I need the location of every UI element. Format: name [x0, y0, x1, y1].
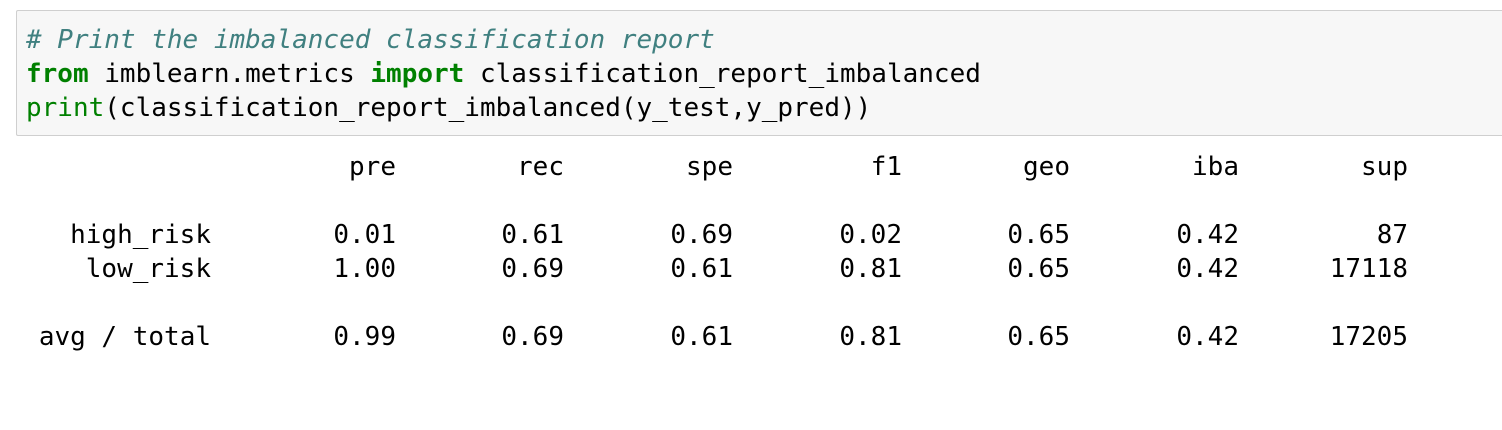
code-comment: # Print the imbalanced classification re…: [26, 25, 715, 55]
output-area: pre rec spe f1 geo iba sup high_risk 0.0…: [25, 150, 1485, 370]
high-risk-f1: 0.02: [839, 220, 902, 250]
low-risk-rec: 0.69: [501, 254, 564, 284]
builtin-print: print: [26, 93, 105, 123]
module-name: imblearn.metrics: [88, 59, 371, 89]
high-risk-iba: 0.42: [1176, 220, 1239, 250]
header-f1: f1: [870, 152, 902, 182]
high-risk-rec: 0.61: [501, 220, 564, 250]
avg-total-geo: 0.65: [1007, 322, 1070, 352]
report-row-low-risk: low_risk 1.00 0.69 0.61 0.81 0.65 0.42 1…: [25, 252, 1408, 286]
row-label-avg-total: avg / total: [38, 322, 211, 352]
row-label-low-risk: low_risk: [85, 254, 211, 284]
low-risk-f1: 0.81: [839, 254, 902, 284]
low-risk-sup: 17118: [1329, 254, 1408, 284]
row-label-high-risk: high_risk: [70, 220, 211, 250]
keyword-from: from: [26, 59, 89, 89]
report-row-high-risk: high_risk 0.01 0.61 0.69 0.02 0.65 0.42 …: [25, 218, 1408, 252]
code-line-import: from imblearn.metrics import classificat…: [26, 57, 981, 91]
avg-total-pre: 0.99: [333, 322, 396, 352]
header-sup: sup: [1361, 152, 1408, 182]
high-risk-sup: 87: [1376, 220, 1408, 250]
code-cell[interactable]: # Print the imbalanced classification re…: [16, 10, 1502, 136]
avg-total-iba: 0.42: [1176, 322, 1239, 352]
report-row-avg-total: avg / total 0.99 0.69 0.61 0.81 0.65 0.4…: [25, 320, 1408, 354]
low-risk-pre: 1.00: [333, 254, 396, 284]
low-risk-spe: 0.61: [670, 254, 733, 284]
header-iba: iba: [1192, 152, 1239, 182]
high-risk-pre: 0.01: [333, 220, 396, 250]
high-risk-spe: 0.69: [670, 220, 733, 250]
header-pre: pre: [349, 152, 396, 182]
keyword-import: import: [370, 59, 465, 89]
low-risk-iba: 0.42: [1176, 254, 1239, 284]
header-spe: spe: [686, 152, 733, 182]
avg-total-sup: 17205: [1329, 322, 1408, 352]
avg-total-spe: 0.61: [670, 322, 733, 352]
header-geo: geo: [1023, 152, 1070, 182]
header-rec: rec: [517, 152, 564, 182]
low-risk-geo: 0.65: [1007, 254, 1070, 284]
avg-total-rec: 0.69: [501, 322, 564, 352]
code-line-comment: # Print the imbalanced classification re…: [26, 23, 715, 57]
high-risk-geo: 0.65: [1007, 220, 1070, 250]
code-line-print: print(classification_report_imbalanced(y…: [26, 91, 871, 125]
print-arguments: (classification_report_imbalanced(y_test…: [104, 93, 872, 123]
avg-total-f1: 0.81: [839, 322, 902, 352]
report-header-row: pre rec spe f1 geo iba sup: [25, 150, 1408, 184]
imported-function-name: classification_report_imbalanced: [464, 59, 981, 89]
